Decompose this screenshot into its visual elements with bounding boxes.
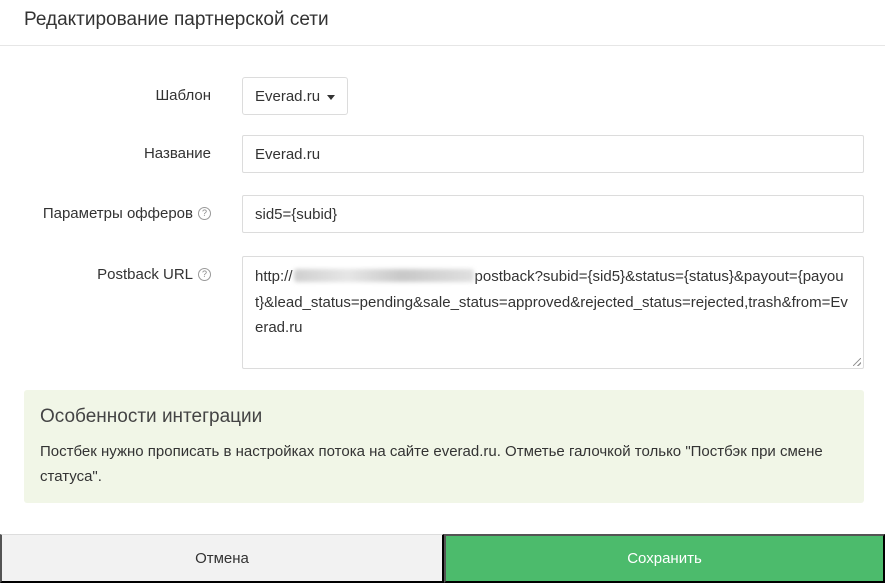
offer-params-label: Параметры офферов ?	[43, 205, 211, 222]
name-label: Название	[143, 145, 211, 162]
cancel-button[interactable]: Отмена	[0, 534, 444, 583]
form-row-template: Шаблон Everad.ru	[0, 77, 885, 115]
question-circle-icon[interactable]: ?	[198, 268, 211, 281]
info-text: Постбек нужно прописать в настройках пот…	[40, 443, 823, 485]
modal-title: Редактирование партнерской сети	[24, 9, 329, 30]
form-row-postback-url: Postback URL ? http://postback?subid={si…	[0, 256, 885, 369]
blurred-domain	[293, 269, 474, 282]
modal-header: Редактирование партнерской сети	[0, 0, 885, 46]
info-title: Особенности интеграции	[40, 406, 263, 427]
form-row-offer-params: Параметры офферов ?	[0, 195, 885, 233]
template-select[interactable]: Everad.ru	[242, 77, 348, 115]
postback-url-textarea[interactable]: http://postback?subid={sid5}&status={sta…	[242, 256, 864, 369]
offer-params-input[interactable]	[242, 195, 864, 233]
template-select-value: Everad.ru	[255, 87, 321, 105]
integration-info-panel: Особенности интеграции Постбек нужно про…	[24, 390, 864, 503]
save-button[interactable]: Сохранить	[444, 534, 885, 583]
name-input[interactable]	[242, 135, 864, 173]
template-label: Шаблон	[155, 87, 211, 104]
question-circle-icon[interactable]: ?	[198, 207, 211, 220]
postback-url-prefix: http://	[255, 268, 293, 285]
form-row-name: Название	[0, 135, 885, 173]
postback-url-label: Postback URL ?	[97, 266, 211, 283]
caret-down-icon	[327, 95, 335, 100]
modal-footer: Отмена Сохранить	[0, 534, 885, 583]
resize-handle-icon[interactable]	[853, 358, 861, 366]
